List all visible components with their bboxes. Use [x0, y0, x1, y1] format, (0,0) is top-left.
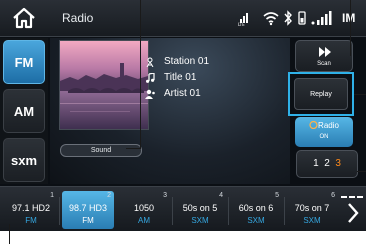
divider	[284, 197, 285, 225]
artist-icon	[145, 89, 155, 99]
phone-battery-icon	[298, 11, 306, 25]
callout-line	[350, 0, 351, 56]
svg-text:LTE: LTE	[238, 22, 245, 26]
radio-screen: Radio LTE IM FM AM sxm Sound Station 01 …	[0, 0, 366, 231]
divider	[172, 197, 173, 225]
album-art-image	[60, 41, 148, 129]
callout-line	[140, 0, 141, 148]
station-icon	[146, 57, 154, 67]
clock-text: IM	[342, 11, 356, 25]
preset-6[interactable]: 6 70s on 7 SXM	[286, 191, 338, 229]
callout-line	[354, 94, 366, 95]
hd-radio-state: ON	[319, 134, 329, 140]
chevron-right-icon	[348, 203, 359, 223]
band-am-button[interactable]: AM	[3, 89, 45, 133]
band-fm-button[interactable]: FM	[3, 40, 45, 84]
divider	[59, 197, 60, 225]
replay-highlight: Replay	[288, 72, 354, 116]
page-1[interactable]: 1	[313, 158, 319, 169]
album-art	[59, 40, 149, 130]
preset-bar: 1 97.1 HD2 FM 2 98.7 HD3 FM 3 1050 AM 4 …	[0, 186, 366, 231]
artist-row: Artist 01	[145, 88, 201, 99]
status-bar: Radio LTE IM	[0, 0, 366, 37]
screen-title: Radio	[62, 11, 94, 25]
title-row: Title 01	[145, 72, 196, 83]
station-row: Station 01	[145, 56, 209, 67]
track-title: Title 01	[164, 72, 197, 83]
station-name: Station 01	[164, 56, 210, 67]
callout-line	[9, 224, 10, 244]
artist-name: Artist 01	[164, 88, 201, 99]
bluetooth-icon	[284, 10, 292, 26]
hd-radio-button[interactable]: Radio ON	[295, 117, 353, 147]
next-presets-button[interactable]	[341, 190, 366, 228]
hd-radio-label: Radio	[295, 120, 353, 130]
preset-1[interactable]: 1 97.1 HD2 FM	[5, 191, 57, 229]
page-dots-icon	[341, 196, 363, 198]
band-selector: FM AM sxm	[0, 38, 48, 184]
sound-button[interactable]: Sound	[60, 144, 142, 157]
divider	[228, 197, 229, 225]
scan-icon	[319, 47, 331, 57]
callout-line	[357, 171, 366, 172]
preset-page-selector[interactable]: 1 2 3	[296, 150, 358, 178]
home-icon	[13, 7, 35, 29]
hd-radio-icon	[309, 120, 318, 130]
page-2[interactable]: 2	[324, 158, 330, 169]
scan-button[interactable]: Scan	[295, 40, 353, 72]
preset-5[interactable]: 5 60s on 6 SXM	[230, 191, 282, 229]
music-note-icon	[146, 72, 155, 83]
band-sxm-button[interactable]: sxm	[3, 138, 45, 182]
wifi-icon	[263, 12, 279, 26]
home-button[interactable]	[10, 6, 38, 30]
page-3[interactable]: 3	[335, 158, 341, 169]
preset-4[interactable]: 4 50s on 5 SXM	[174, 191, 226, 229]
preset-2[interactable]: 2 98.7 HD3 FM	[62, 191, 114, 229]
lte-icon: LTE	[238, 13, 248, 26]
replay-button[interactable]: Replay	[294, 78, 348, 110]
signal-icon	[311, 11, 332, 25]
scan-label: Scan	[317, 61, 331, 67]
callout-line	[126, 148, 141, 149]
preset-3[interactable]: 3 1050 AM	[118, 191, 170, 229]
